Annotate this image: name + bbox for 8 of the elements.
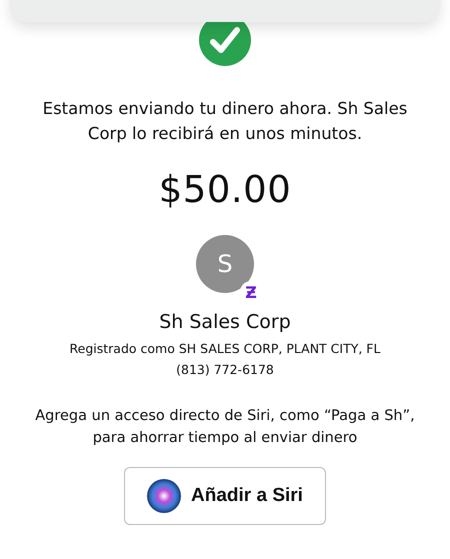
registered-info: Registrado como SH SALES CORP, PLANT CITY, FL [70,341,380,356]
amount: $50.00 [158,168,292,211]
phone-number: (813) 772-6178 [176,362,274,377]
add-to-siri-button[interactable]: Añadir a Siri [124,467,326,525]
siri-hint: Agrega un acceso directo de Siri, como “Paga a Sh”, para ahorrar tiempo al enviar dinero [34,407,416,448]
siri-orb-icon [147,479,182,513]
recipient-name: Sh Sales Corp [159,311,291,333]
status-message: Estamos enviando tu dinero ahora. Sh Sales Corp lo recibirá en unos minutos. [42,98,408,145]
